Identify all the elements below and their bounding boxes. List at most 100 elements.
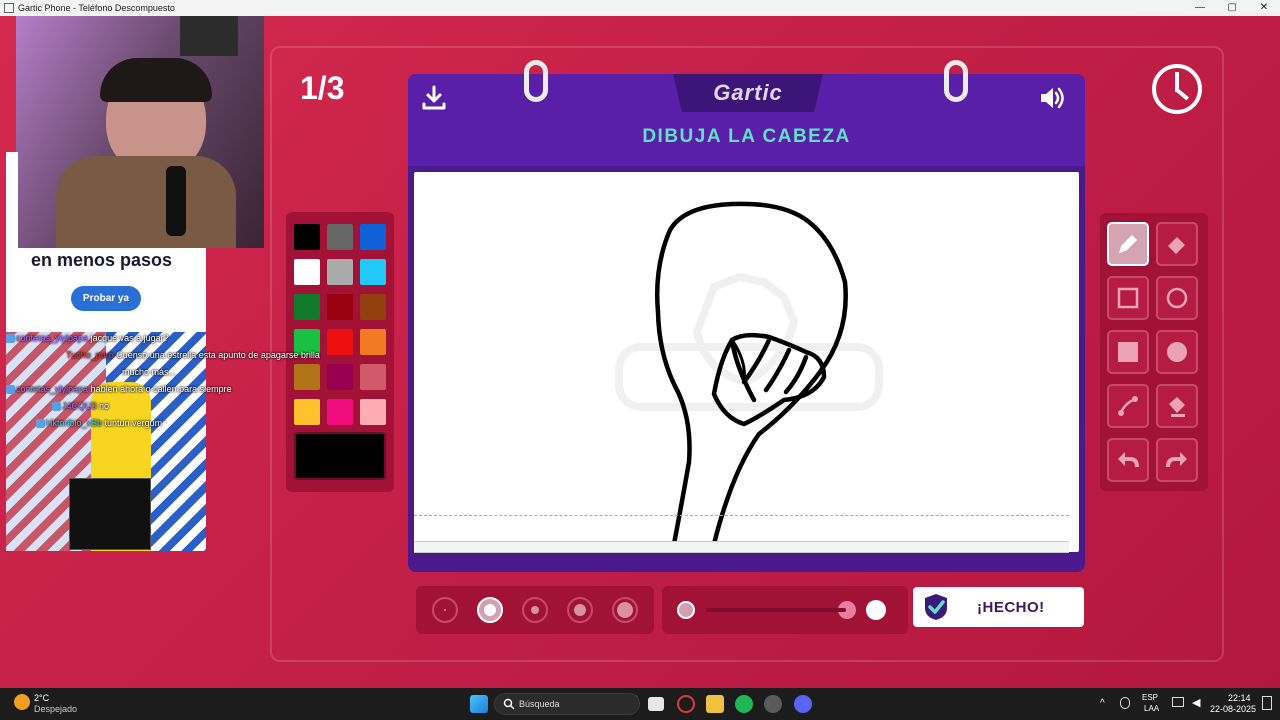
search-placeholder: Búsqueda — [519, 699, 560, 709]
microphone-tray-icon[interactable] — [1120, 697, 1130, 709]
brush-size-l[interactable] — [567, 597, 593, 623]
volume-icon[interactable]: ◀ — [1192, 696, 1200, 709]
circle-outline-tool-button[interactable] — [1156, 276, 1198, 320]
rectangle-outline-icon — [1117, 287, 1139, 309]
notification-icon[interactable] — [1262, 696, 1272, 710]
pencil-tool-button[interactable] — [1107, 222, 1149, 266]
ad-button[interactable]: Probar ya — [71, 286, 141, 311]
sound-icon[interactable] — [1038, 84, 1066, 112]
circle-outline-icon — [1166, 287, 1188, 309]
chat-user: Hktoribio_xSb — [46, 418, 103, 428]
canvas-drawing — [615, 201, 883, 547]
chat-message: mucho más... — [6, 364, 356, 381]
keyboard-layout[interactable]: LAA — [1144, 704, 1159, 713]
chat-text: mucho más... — [122, 367, 177, 377]
taskbar-search[interactable]: Búsqueda — [494, 693, 640, 715]
canvas-guide-line — [414, 515, 1069, 516]
drawing-prompt: DIBUJA LA CABEZA — [642, 126, 851, 147]
brush-size-xl[interactable] — [612, 597, 638, 623]
brush-size-s[interactable] — [477, 597, 503, 623]
color-swatch[interactable] — [294, 294, 320, 320]
weather-desc: Despejado — [34, 704, 78, 714]
close-button[interactable]: ✕ — [1248, 0, 1280, 16]
obs-icon[interactable] — [764, 695, 782, 713]
download-icon[interactable] — [420, 84, 448, 112]
windows-start-icon[interactable] — [470, 695, 488, 713]
badge-icon — [52, 402, 61, 412]
color-swatch[interactable] — [360, 364, 386, 390]
ring-binder-icon — [524, 60, 548, 102]
opacity-slider-track[interactable] — [706, 608, 846, 612]
fill-bucket-tool-button[interactable] — [1156, 384, 1198, 428]
rectangle-outline-tool-button[interactable] — [1107, 276, 1149, 320]
maximize-button[interactable]: ▢ — [1216, 0, 1248, 16]
chat-user: contetas_ylylpapa — [16, 333, 89, 343]
mini-palette — [69, 478, 151, 550]
color-swatch[interactable] — [327, 224, 353, 250]
line-tool-button[interactable] — [1107, 384, 1149, 428]
ring-binder-icon — [944, 60, 968, 102]
weather-temp: 2°C — [34, 693, 50, 703]
ad-strip — [6, 152, 18, 252]
minimize-button[interactable]: — — [1184, 0, 1216, 16]
checkmark-icon — [925, 594, 947, 620]
color-swatch[interactable] — [327, 259, 353, 285]
ad-banner: en menos pasos Probar ya — [6, 248, 206, 332]
pencil-icon — [1118, 234, 1138, 254]
color-swatch[interactable] — [360, 399, 386, 425]
brush-size-m[interactable] — [522, 597, 548, 623]
clock-time[interactable]: 22:14 — [1228, 693, 1251, 703]
color-swatch[interactable] — [360, 294, 386, 320]
current-color-preview — [294, 432, 386, 480]
network-icon[interactable] — [1172, 697, 1184, 707]
opacity-slider-thumb[interactable] — [866, 600, 886, 620]
done-button-label: ¡HECHO! — [977, 598, 1045, 616]
color-swatch[interactable] — [360, 329, 386, 355]
streamer-shirt — [56, 156, 236, 248]
opacity-min-indicator — [677, 601, 695, 619]
language-indicator[interactable]: ESP — [1142, 693, 1158, 702]
taskbar: 2°C Despejado ^ ESP LAA ◀ 22:14 22-08-20… — [0, 688, 1280, 720]
timer-icon — [1152, 64, 1202, 114]
circle-filled-icon — [1167, 342, 1187, 362]
task-view-icon[interactable] — [648, 697, 664, 711]
chat-message: contetas_ylylpapa jacque vas a jugar? — [6, 330, 356, 347]
streamer-hair — [100, 58, 212, 102]
redo-tool-button[interactable] — [1156, 438, 1198, 482]
brush-size-xs[interactable] — [432, 597, 458, 623]
spotify-icon[interactable] — [735, 695, 753, 713]
rectangle-filled-tool-button[interactable] — [1107, 330, 1149, 374]
chat-text: hablen ahora o callen para siempre — [90, 384, 232, 394]
color-swatch[interactable] — [294, 259, 320, 285]
color-swatch[interactable] — [360, 224, 386, 250]
color-swatch[interactable] — [294, 224, 320, 250]
logo-tab: Gartic — [673, 74, 823, 112]
round-counter: 1/3 — [300, 70, 345, 106]
wall-poster — [180, 16, 238, 56]
streamer-webcam — [16, 16, 264, 248]
clock-date[interactable]: 22-08-2025 — [1210, 704, 1256, 714]
line-icon — [1118, 396, 1138, 416]
color-swatch[interactable] — [360, 259, 386, 285]
window-title: Gartic Phone - Teléfono Descompuesto — [18, 3, 175, 13]
drawing-canvas[interactable] — [414, 172, 1079, 552]
undo-tool-button[interactable] — [1107, 438, 1149, 482]
rectangle-filled-icon — [1118, 342, 1138, 362]
eraser-tool-button[interactable] — [1156, 222, 1198, 266]
chat-user: J4CQU3 — [62, 401, 97, 411]
search-icon — [503, 698, 515, 710]
done-button[interactable]: ¡HECHO! — [913, 587, 1084, 627]
stream-chat: contetas_ylylpapa jacque vas a jugar? Tu… — [6, 330, 356, 432]
opera-icon[interactable] — [677, 695, 695, 713]
brush-size-bar — [416, 586, 654, 634]
tray-chevron-icon[interactable]: ^ — [1100, 698, 1105, 709]
circle-filled-tool-button[interactable] — [1156, 330, 1198, 374]
file-explorer-icon[interactable] — [706, 695, 724, 713]
color-swatch[interactable] — [327, 294, 353, 320]
weather-icon[interactable] — [14, 694, 30, 710]
chat-text: jacque vas a jugar? — [90, 333, 169, 343]
chat-message: contetas_ylylpapa hablen ahora o callen … — [6, 381, 356, 398]
chat-message: Tucho_puro Cuenso una estrella esta apun… — [6, 347, 356, 364]
badge-icon — [36, 419, 45, 429]
discord-icon[interactable] — [794, 695, 812, 713]
